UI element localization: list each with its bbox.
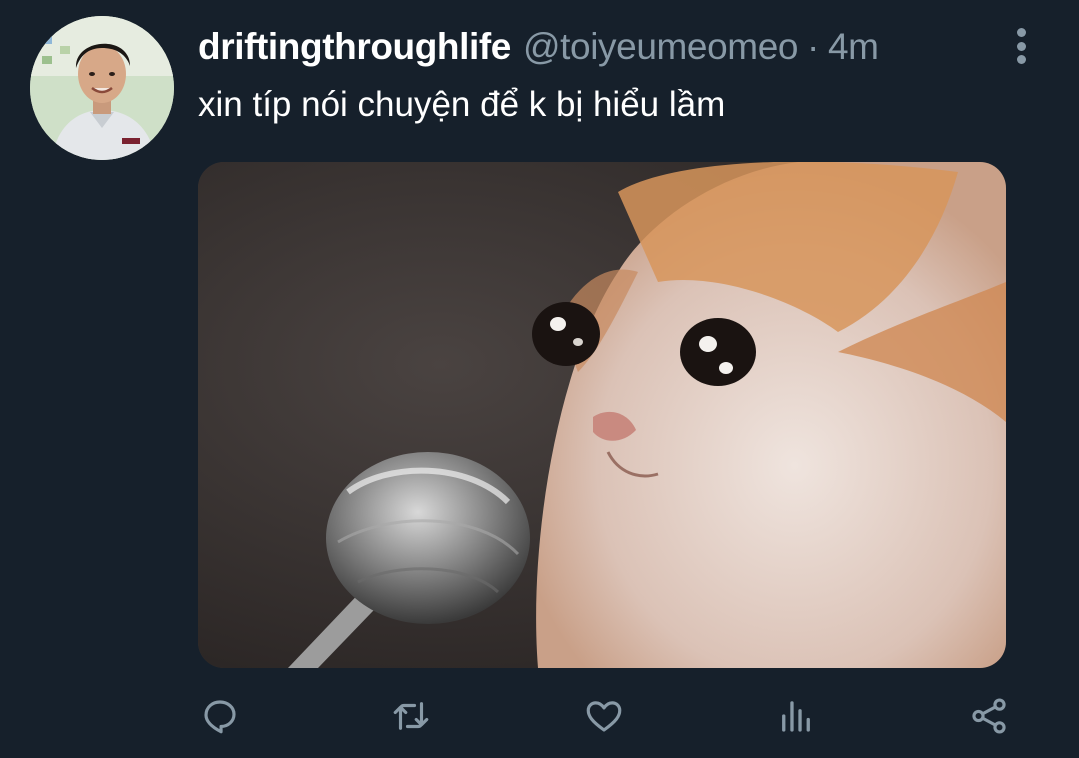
tweet[interactable]: driftingthroughlife @toiyeumeomeo · 4m x… [0, 0, 1079, 758]
user-handle[interactable]: @toiyeumeomeo [523, 24, 798, 70]
heart-icon[interactable] [580, 692, 628, 740]
tweet-media-image[interactable] [198, 162, 1006, 668]
avatar-image [30, 16, 174, 160]
more-vertical-icon[interactable] [1005, 26, 1037, 66]
analytics-icon[interactable] [772, 692, 820, 740]
separator-dot: · [807, 26, 819, 67]
avatar[interactable] [30, 16, 174, 160]
display-name[interactable]: driftingthroughlife [198, 24, 511, 70]
retweet-icon[interactable] [387, 692, 435, 740]
crying-cat-photo [198, 162, 1006, 668]
tweet-header: driftingthroughlife @toiyeumeomeo · 4m [198, 24, 879, 70]
share-icon[interactable] [965, 692, 1013, 740]
tweet-text: xin típ nói chuyện để k bị hiểu lầm [198, 85, 726, 124]
timestamp[interactable]: 4m [828, 24, 879, 70]
reply-icon[interactable] [196, 692, 244, 740]
action-bar [0, 688, 1079, 744]
